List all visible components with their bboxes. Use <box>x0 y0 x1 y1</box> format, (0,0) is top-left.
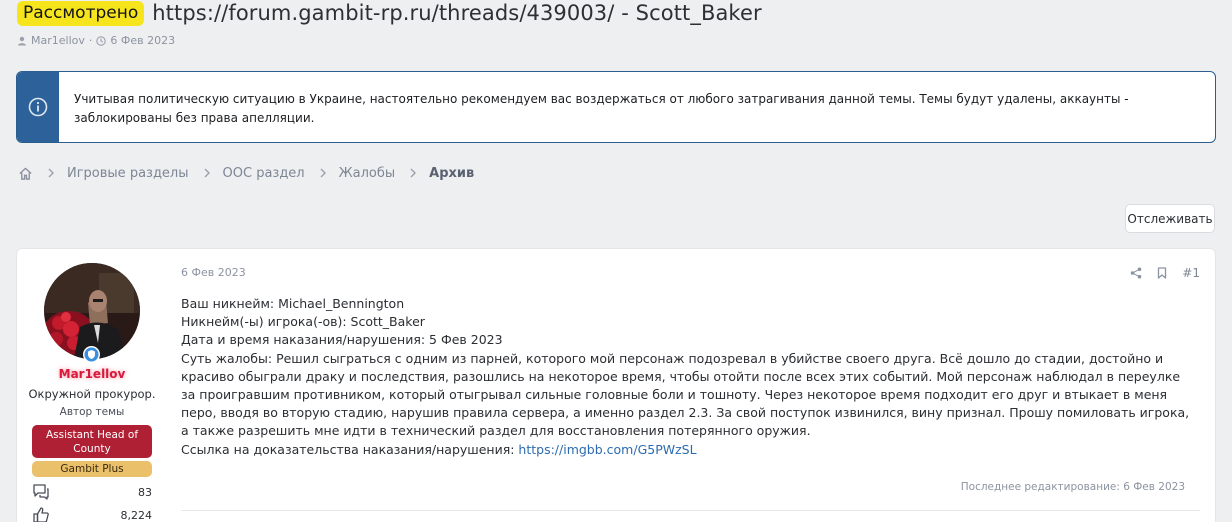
post-evidence-line: Ссылка на доказательства наказания/наруш… <box>181 441 1191 459</box>
user-stat-reactions: 8,224 <box>32 506 152 522</box>
thread-meta: Mar1ellov · 6 Фев 2023 <box>17 34 1217 47</box>
avatar[interactable] <box>44 263 140 359</box>
post-date[interactable]: 6 Фев 2023 <box>181 266 246 279</box>
post-number-link[interactable]: #1 <box>1182 266 1200 280</box>
user-stat-messages: 83 <box>32 483 152 501</box>
thread-title: https://forum.gambit-rp.ru/threads/43900… <box>152 1 762 25</box>
user-icon <box>18 36 26 45</box>
breadcrumb-item-archive[interactable]: Архив <box>429 166 474 181</box>
last-edit-note: Последнее редактирование: 6 Фев 2023 <box>960 481 1185 493</box>
breadcrumb-item-game-sections[interactable]: Игровые разделы <box>67 166 189 181</box>
notice-accent-bar <box>17 72 59 142</box>
chevron-right-icon <box>204 168 210 178</box>
title-row: Рассмотрено https://forum.gambit-rp.ru/t… <box>17 0 1217 26</box>
evidence-label: Ссылка на доказательства наказания/наруш… <box>181 441 519 457</box>
evidence-link[interactable]: https://imgbb.com/G5PWzSL <box>518 442 696 457</box>
post-message: Mar1ellov Окружной прокурор. Автор темы … <box>16 248 1216 522</box>
chevron-right-icon <box>48 168 54 178</box>
post-actions: #1 <box>1130 266 1200 280</box>
post-line: Суть жалобы: Решил сыграться с одним из … <box>181 350 1190 439</box>
messages-icon <box>33 484 49 500</box>
post-line: Никнейм(-ы) игрока(-ов): Scott_Baker <box>181 314 425 330</box>
clock-icon <box>96 35 107 46</box>
like-icon <box>33 507 49 522</box>
thread-prefix-badge[interactable]: Рассмотрено <box>17 0 145 26</box>
user-banner-primary: Assistant Head of County <box>32 425 152 458</box>
breadcrumb-item-complaints[interactable]: Жалобы <box>339 166 396 181</box>
info-icon <box>28 97 48 117</box>
reactions-count: 8,224 <box>120 508 153 522</box>
home-icon[interactable] <box>18 166 33 181</box>
shield-badge-icon <box>83 346 100 363</box>
post-username[interactable]: Mar1ellov <box>17 367 167 381</box>
meta-separator: · <box>88 34 93 47</box>
post-line: Дата и время наказания/нарушения: 5 Фев … <box>181 332 503 348</box>
notice-text: Учитывая политическую ситуацию в Украине… <box>74 92 1129 125</box>
notice-block: Учитывая политическую ситуацию в Украине… <box>16 71 1216 143</box>
chevron-right-icon <box>320 168 326 178</box>
user-role: Автор темы <box>59 406 125 418</box>
user-title: Окружной прокурор. <box>28 387 156 401</box>
breadcrumb: Игровые разделы ООС раздел Жалобы Архив <box>18 164 474 182</box>
avatar-image <box>44 263 140 359</box>
chevron-right-icon <box>410 168 417 178</box>
post-line: Ваш никнейм: Michael_Bennington <box>181 296 405 311</box>
thread-date[interactable]: 6 Фев 2023 <box>110 34 175 47</box>
post-footer-divider <box>181 510 1200 511</box>
bookmark-icon[interactable] <box>1156 267 1168 279</box>
follow-button[interactable]: Отслеживать <box>1125 204 1215 233</box>
user-banner-secondary: Gambit Plus <box>32 461 152 477</box>
thread-header: Рассмотрено https://forum.gambit-rp.ru/t… <box>17 0 1217 47</box>
post-body: Ваш никнейм: Michael_Bennington Никнейм(… <box>181 295 1191 459</box>
breadcrumb-item-ooc[interactable]: ООС раздел <box>223 166 305 181</box>
thread-author-link[interactable]: Mar1ellov <box>31 34 85 47</box>
messages-count: 83 <box>138 485 152 499</box>
share-icon[interactable] <box>1130 267 1142 279</box>
post-user-cell: Mar1ellov Окружной прокурор. Автор темы … <box>17 249 167 522</box>
